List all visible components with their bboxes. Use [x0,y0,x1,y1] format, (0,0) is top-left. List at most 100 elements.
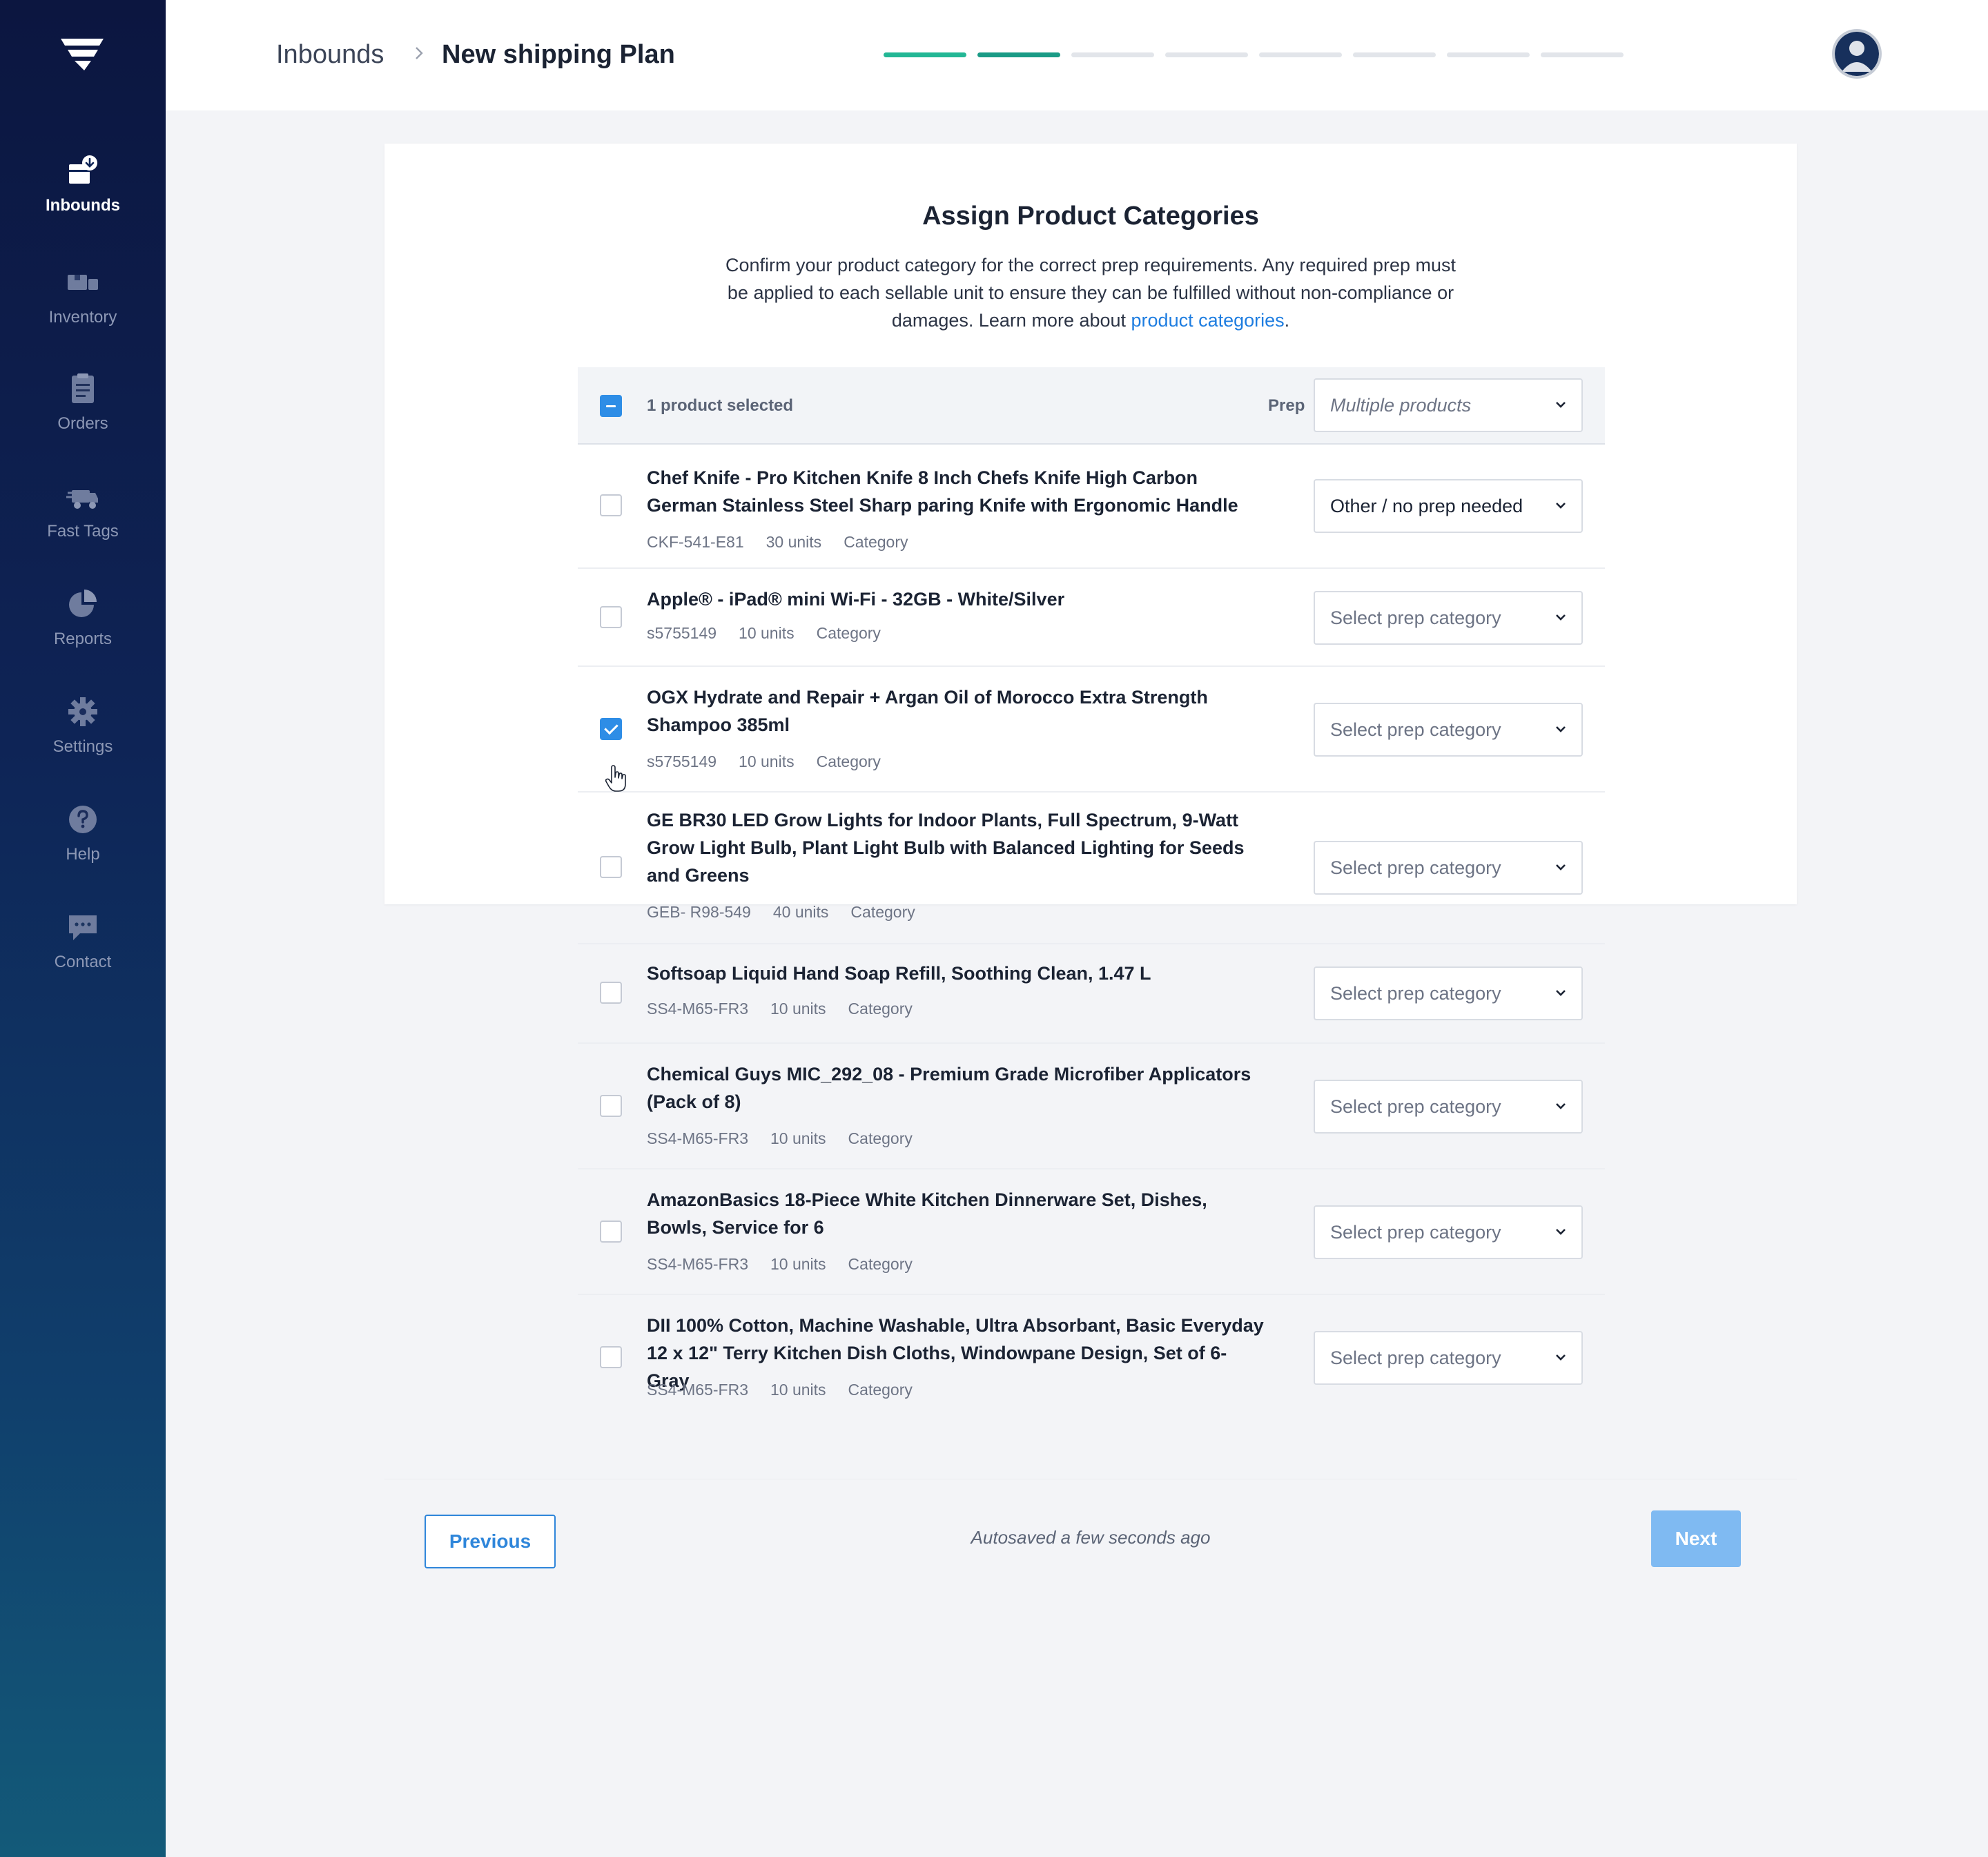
sidebar: Inbounds Inventory Orders Fast Tags Repo… [0,0,166,1857]
product-sku: CKF-541-E81 [647,533,744,551]
product-category: Category [816,624,881,642]
row-checkbox[interactable] [600,1346,622,1368]
prep-category-select[interactable]: Select prep category [1314,591,1583,645]
chevron-down-icon [1556,990,1566,996]
product-name: Chef Knife - Pro Kitchen Knife 8 Inch Ch… [647,467,1238,516]
progress-step [1353,52,1436,57]
product-name: OGX Hydrate and Repair + Argan Oil of Mo… [647,687,1208,735]
sidebar-item-label: Help [66,845,100,864]
row-checkbox[interactable] [600,1095,622,1117]
select-value: Select prep category [1330,1222,1501,1243]
row-checkbox[interactable] [600,606,622,628]
inbounds-icon [66,155,99,186]
chevron-down-icon [1556,864,1566,871]
select-all-checkbox[interactable] [600,395,622,417]
table-row: Softsoap Liquid Hand Soap Refill, Soothi… [578,943,1605,1044]
product-sku: SS4-M65-FR3 [647,1255,748,1273]
sidebar-item-reports[interactable]: Reports [0,588,166,649]
brand-logo-icon[interactable] [58,36,108,72]
product-category: Category [848,1255,913,1273]
sidebar-item-settings[interactable]: Settings [0,696,166,757]
progress-step [977,52,1060,57]
sidebar-item-help[interactable]: Help [0,804,166,864]
product-category: Category [848,1000,913,1018]
prep-category-select[interactable]: Other / no prep needed [1314,479,1583,533]
progress-step [1259,52,1342,57]
sidebar-item-label: Fast Tags [47,522,119,541]
reports-icon [66,588,99,620]
product-sku: s5755149 [647,752,717,770]
select-value: Select prep category [1330,1348,1501,1368]
prep-label: Prep [1268,396,1305,415]
prep-category-select[interactable]: Select prep category [1314,841,1583,895]
sidebar-item-contact[interactable]: Contact [0,911,166,972]
select-value: Other / no prep needed [1330,496,1523,516]
fast-tags-icon [66,480,99,512]
chevron-down-icon [1556,1103,1566,1109]
hand-cursor-icon [605,765,628,793]
row-checkbox[interactable] [600,982,622,1004]
chevron-down-icon [1556,402,1566,408]
product-name: GE BR30 LED Grow Lights for Indoor Plant… [647,810,1245,886]
inventory-icon [66,266,99,298]
prep-category-select[interactable]: Select prep category [1314,1205,1583,1259]
product-sku: SS4-M65-FR3 [647,1381,748,1399]
user-avatar-icon[interactable] [1835,32,1879,76]
product-units: 10 units [770,1129,826,1147]
sidebar-item-label: Reports [53,630,113,648]
breadcrumb-inbounds[interactable]: Inbounds [276,40,384,70]
table-row: DII 100% Cotton, Machine Washable, Ultra… [578,1294,1605,1418]
top-bar: Inbounds New shipping Plan [166,0,1988,110]
prep-category-select[interactable]: Select prep category [1314,1080,1583,1134]
row-checkbox[interactable] [600,718,622,740]
row-checkbox[interactable] [600,856,622,878]
chevron-right-icon [409,43,429,64]
progress-step [884,52,966,57]
table-row: Chemical Guys MIC_292_08 - Premium Grade… [578,1042,1605,1169]
chevron-down-icon [1556,1354,1566,1361]
select-value: Select prep category [1330,607,1501,628]
prep-category-select[interactable]: Select prep category [1314,703,1583,757]
chevron-down-icon [1556,503,1566,509]
product-sku: s5755149 [647,624,717,642]
select-value: Select prep category [1330,857,1501,878]
product-meta: SS4-M65-FR3 10 units Category [647,1255,935,1274]
select-value: Select prep category [1330,983,1501,1004]
product-meta: GEB- R98-549 40 units Category [647,903,937,922]
table-row: GE BR30 LED Grow Lights for Indoor Plant… [578,791,1605,944]
footer-divider [384,1479,1797,1480]
assign-categories-card: Assign Product Categories Confirm your p… [384,144,1797,1480]
chevron-down-icon [1556,726,1566,732]
product-category: Category [816,752,881,770]
product-units: 10 units [739,624,795,642]
row-checkbox[interactable] [600,494,622,516]
product-sku: GEB- R98-549 [647,903,751,921]
prep-category-select[interactable]: Select prep category [1314,1331,1583,1385]
selected-count: 1 product selected [647,396,794,415]
chevron-down-icon [1556,614,1566,621]
next-button[interactable]: Next [1651,1510,1741,1567]
autosave-status: Autosaved a few seconds ago [971,1527,1211,1548]
progress-step [1447,52,1530,57]
product-categories-link[interactable]: product categories [1131,310,1285,331]
product-meta: SS4-M65-FR3 10 units Category [647,1381,935,1399]
table-row: OGX Hydrate and Repair + Argan Oil of Mo… [578,665,1605,793]
row-checkbox[interactable] [600,1221,622,1243]
sidebar-item-inbounds[interactable]: Inbounds [0,155,166,215]
product-name: Apple® - iPad® mini Wi-Fi - 32GB - White… [647,589,1065,610]
description-text-end: . [1284,310,1290,331]
product-units: 30 units [766,533,822,551]
prep-category-select[interactable]: Select prep category [1314,966,1583,1020]
product-meta: SS4-M65-FR3 10 units Category [647,1000,935,1018]
sidebar-item-inventory[interactable]: Inventory [0,266,166,327]
sidebar-item-orders[interactable]: Orders [0,373,166,434]
card-title: Assign Product Categories [922,202,1259,231]
product-category: Category [848,1129,913,1147]
sidebar-item-fast-tags[interactable]: Fast Tags [0,480,166,541]
product-units: 10 units [770,1000,826,1018]
card-description: Confirm your product category for the co… [718,251,1463,334]
product-meta: CKF-541-E81 30 units Category [647,533,930,552]
bulk-prep-select[interactable]: Multiple products [1314,378,1583,432]
table-header: 1 product selected Prep Multiple product… [578,367,1605,445]
progress-step [1071,52,1154,57]
